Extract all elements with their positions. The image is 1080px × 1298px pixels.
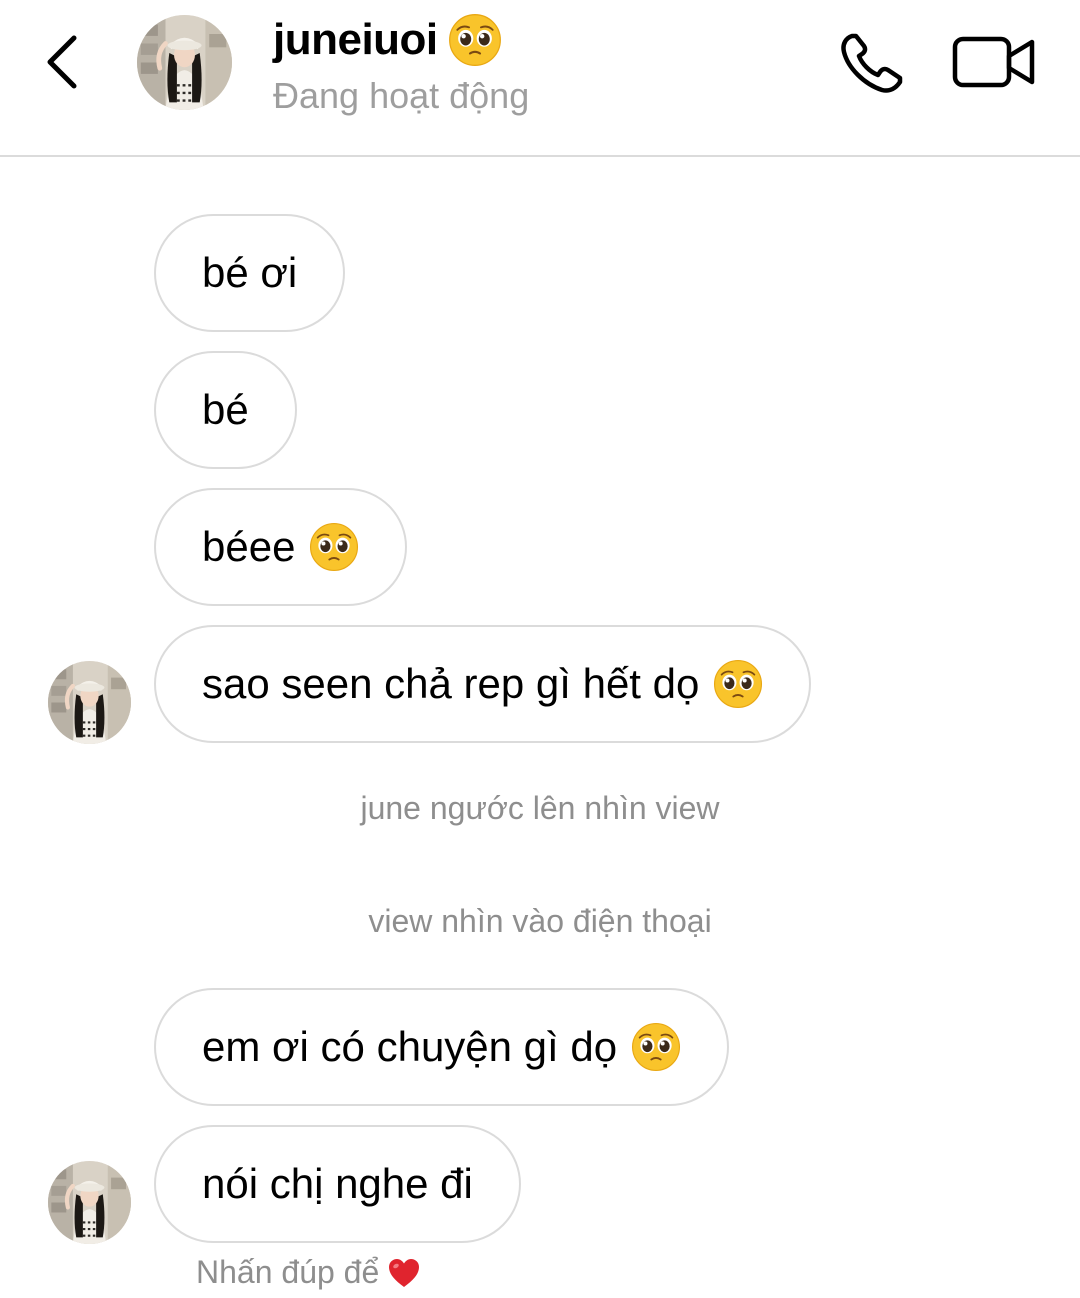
pleading-face-emoji	[309, 522, 359, 572]
double-tap-hint: Nhấn đúp để	[196, 1254, 421, 1291]
phone-icon[interactable]	[838, 30, 908, 96]
message-text: em ơi có chuyện gì dọ	[202, 1023, 618, 1070]
message-text: nói chị nghe đi	[202, 1160, 473, 1207]
message-text: bé	[202, 386, 249, 433]
message-bubble[interactable]: sao seen chả rep gì hết dọ	[154, 625, 812, 743]
video-camera-icon[interactable]	[952, 34, 1036, 90]
avatar[interactable]	[137, 15, 232, 110]
pleading-face-emoji	[631, 1022, 681, 1072]
sender-avatar[interactable]	[48, 1161, 131, 1244]
contact-username: juneiuoi	[273, 15, 438, 64]
message-text: bé ơi	[202, 249, 298, 296]
message-text: béee	[202, 523, 296, 570]
hint-text: Nhấn đúp để	[196, 1254, 380, 1290]
narration-text: june ngước lên nhìn view	[360, 790, 720, 826]
contact-info[interactable]: juneiuoi Đang hoạt động	[273, 12, 529, 118]
message-bubble[interactable]: bé	[154, 351, 297, 469]
message-text: sao seen chả rep gì hết dọ	[202, 660, 700, 707]
activity-status: Đang hoạt động	[273, 75, 530, 116]
message-bubble[interactable]: bé ơi	[154, 214, 346, 332]
chat-header: juneiuoi Đang hoạt động	[0, 0, 1080, 157]
message-bubble[interactable]: béee	[154, 488, 408, 606]
sender-avatar[interactable]	[48, 661, 131, 744]
chevron-left-icon[interactable]	[38, 30, 88, 94]
red-heart-emoji	[389, 1258, 420, 1287]
contact-name: juneiuoi	[273, 12, 529, 68]
message-bubble[interactable]: em ơi có chuyện gì dọ	[154, 988, 730, 1106]
narration-text: view nhìn vào điện thoại	[368, 903, 712, 939]
pleading-face-emoji	[448, 13, 502, 67]
message-bubble[interactable]: nói chị nghe đi	[154, 1125, 521, 1243]
pleading-face-emoji	[713, 659, 763, 709]
